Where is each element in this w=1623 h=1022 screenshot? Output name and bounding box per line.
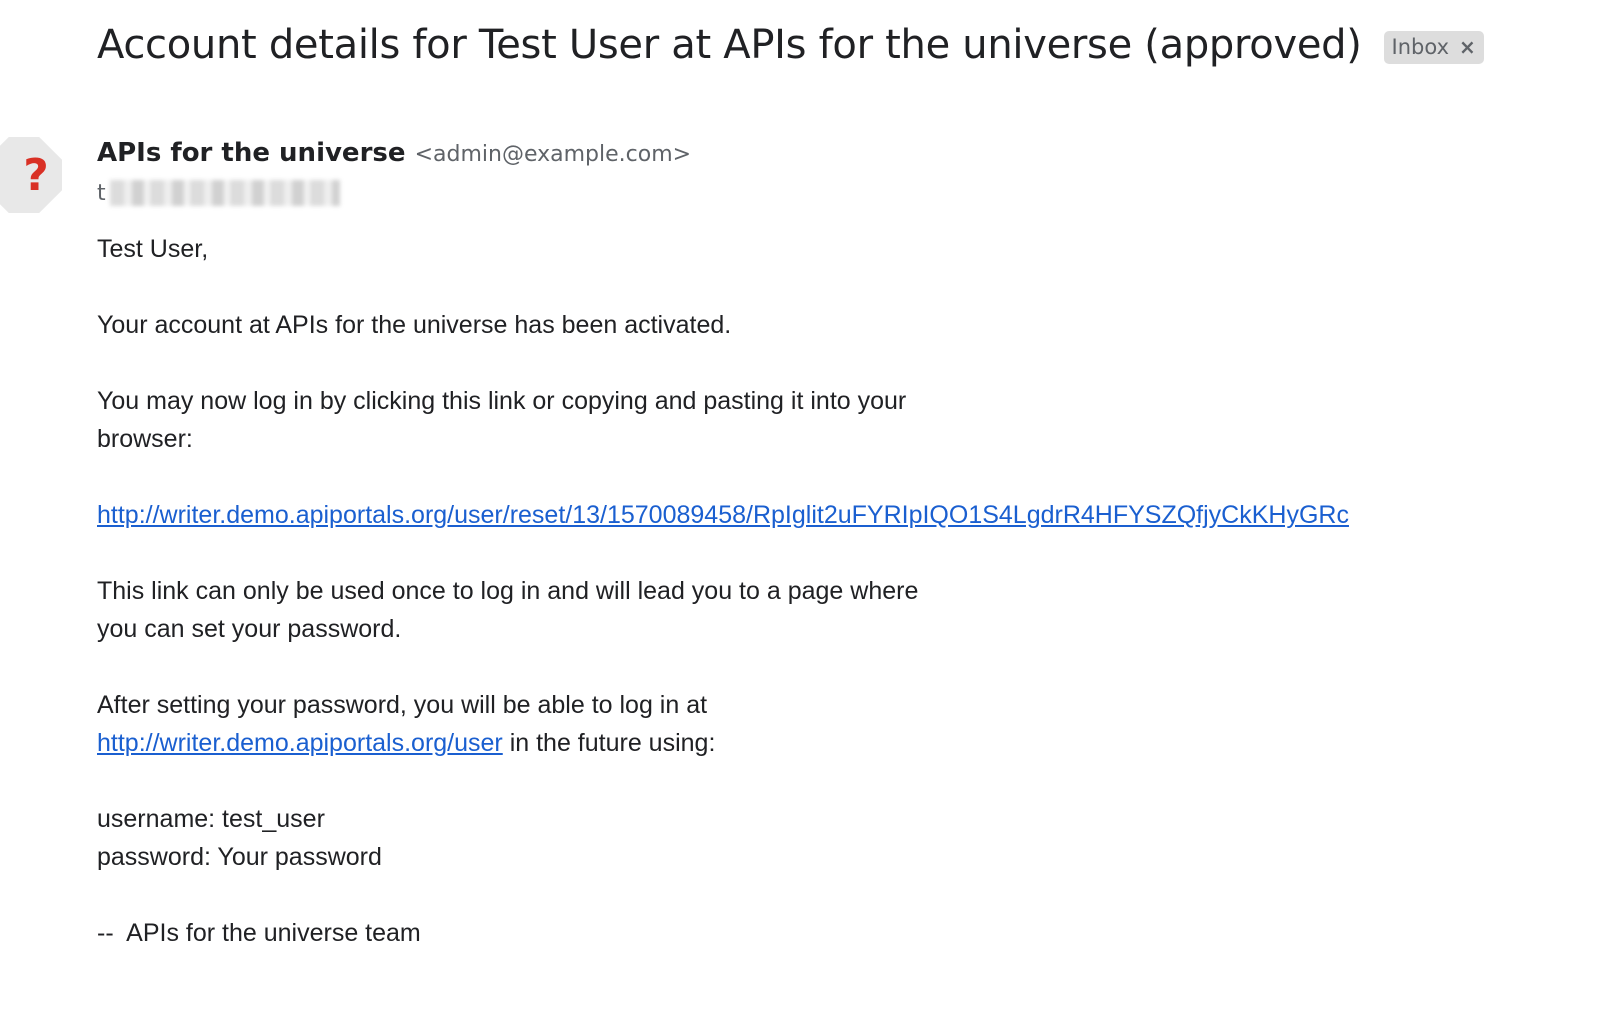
email-body: Test User, Your account at APIs for the … xyxy=(97,230,1547,990)
email-subject: Account details for Test User at APIs fo… xyxy=(97,22,1362,68)
question-mark-icon: ? xyxy=(23,149,49,201)
sender-email: <admin@example.com> xyxy=(414,142,692,167)
sender-line: APIs for the universe <admin@example.com… xyxy=(97,138,691,168)
sender-name[interactable]: APIs for the universe xyxy=(97,138,406,168)
credentials: username: test_user password: Your passw… xyxy=(97,800,1547,876)
activation-text: Your account at APIs for the universe ha… xyxy=(97,311,732,339)
close-icon[interactable]: × xyxy=(1459,35,1476,59)
recipient-line[interactable]: t xyxy=(97,180,340,206)
future-login-suffix: in the future using: xyxy=(502,729,716,757)
login-instructions-line-1: You may now log in by clicking this link… xyxy=(97,387,907,415)
single-use-line-2: you can set your password. xyxy=(97,615,402,643)
future-login-text: After setting your password, you will be… xyxy=(97,686,1547,762)
single-use-notice: This link can only be used once to log i… xyxy=(97,572,1547,648)
signature: -- APIs for the universe team xyxy=(97,919,421,947)
reset-link-paragraph: http://writer.demo.apiportals.org/user/r… xyxy=(97,496,1547,534)
login-instructions-line-2: browser: xyxy=(97,425,193,453)
reset-link[interactable]: http://writer.demo.apiportals.org/user/r… xyxy=(97,501,1349,529)
login-instructions: You may now log in by clicking this link… xyxy=(97,382,1547,458)
avatar[interactable]: ? xyxy=(0,137,62,213)
password-line: password: Your password xyxy=(97,843,382,871)
future-login-line-1: After setting your password, you will be… xyxy=(97,691,708,719)
recipient-prefix: t xyxy=(97,180,106,206)
single-use-line-1: This link can only be used once to log i… xyxy=(97,577,919,605)
subject-row: Account details for Test User at APIs fo… xyxy=(97,22,1484,68)
username-line: username: test_user xyxy=(97,805,325,833)
redacted-recipient xyxy=(109,180,340,206)
greeting: Test User, xyxy=(97,235,209,263)
inbox-label-chip[interactable]: Inbox × xyxy=(1383,30,1484,64)
label-text: Inbox xyxy=(1391,34,1449,59)
user-login-link[interactable]: http://writer.demo.apiportals.org/user xyxy=(97,729,503,757)
